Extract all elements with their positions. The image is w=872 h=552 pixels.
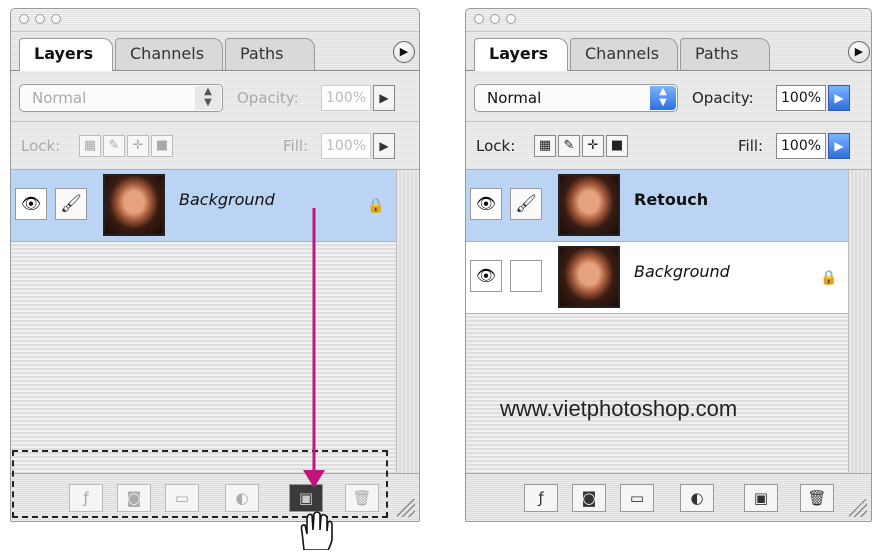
brush-icon[interactable]: 🖌 <box>55 188 87 220</box>
layer-row-retouch[interactable]: 👁 🖌 Retouch <box>466 170 850 242</box>
minimize-button[interactable] <box>490 14 500 24</box>
opacity-field[interactable]: 100% <box>776 85 826 111</box>
tab-paths[interactable]: Paths <box>225 38 315 70</box>
mask-icon[interactable]: ◙ <box>572 484 606 512</box>
drag-arrow <box>303 208 325 488</box>
opacity-field[interactable]: 100% <box>321 85 371 111</box>
lock-position-icon[interactable]: ✛ <box>582 135 604 157</box>
stepper-icon: ▲ ▼ <box>650 86 676 110</box>
folder-icon[interactable]: ▭ <box>620 484 654 512</box>
fill-field[interactable]: 100% <box>321 133 371 159</box>
layer-name: Retouch <box>634 190 709 209</box>
eye-icon[interactable]: 👁 <box>470 260 502 292</box>
fill-field[interactable]: 100% <box>776 133 826 159</box>
close-button[interactable] <box>19 14 29 24</box>
zoom-button[interactable] <box>506 14 516 24</box>
padlock-icon: 🔒 <box>820 270 838 286</box>
watermark-text: www.vietphotoshop.com <box>500 396 738 421</box>
panel-menu-icon[interactable]: ▶ <box>393 41 415 63</box>
layer-name: Background <box>179 190 275 209</box>
tab-channels[interactable]: Channels <box>570 38 678 70</box>
options-area: Normal ▲ ▼ Opacity: 100% ▶ Lock: ▦ ✎ ✛ ■ … <box>466 71 871 170</box>
fill-arrow-button[interactable]: ▶ <box>828 133 850 159</box>
fill-label: Fill: <box>283 137 309 155</box>
layer-list: 👁 🖌 Retouch 👁 Background 🔒 <box>466 170 871 473</box>
tab-layers[interactable]: Layers <box>19 38 113 71</box>
scrollbar[interactable] <box>848 170 871 473</box>
title-bar[interactable] <box>11 9 419 32</box>
tab-paths[interactable]: Paths <box>680 38 770 70</box>
layers-panel-left: Layers Channels Paths ▶ Normal ▲ ▼ Opacit… <box>10 8 420 522</box>
opacity-arrow-button[interactable]: ▶ <box>373 85 395 111</box>
opacity-label: Opacity: <box>237 89 299 107</box>
lock-label: Lock: <box>21 137 61 155</box>
layer-thumbnail <box>558 174 620 236</box>
new-layer-icon[interactable]: ▣ <box>744 484 778 512</box>
opacity-label: Opacity: <box>692 89 754 107</box>
lock-transparency-icon[interactable]: ▦ <box>79 135 101 157</box>
options-area: Normal ▲ ▼ Opacity: 100% ▶ Lock: ▦ ✎ ✛ ■ … <box>11 71 419 170</box>
opacity-arrow-button[interactable]: ▶ <box>828 85 850 111</box>
tab-layers[interactable]: Layers <box>474 38 568 71</box>
tab-bar: Layers Channels Paths ▶ <box>11 32 419 71</box>
layer-row-background[interactable]: 👁 Background 🔒 <box>466 242 850 314</box>
layer-name: Background <box>634 262 730 281</box>
lock-all-icon[interactable]: ■ <box>151 135 173 157</box>
lock-label: Lock: <box>476 137 516 155</box>
layer-thumbnail <box>558 246 620 308</box>
divider <box>466 121 871 122</box>
eye-icon[interactable]: 👁 <box>15 188 47 220</box>
lock-all-icon[interactable]: ■ <box>606 135 628 157</box>
scrollbar[interactable] <box>396 170 419 473</box>
lock-position-icon[interactable]: ✛ <box>127 135 149 157</box>
lock-image-icon[interactable]: ✎ <box>103 135 125 157</box>
resize-grip-icon[interactable] <box>397 499 415 517</box>
panel-menu-icon[interactable]: ▶ <box>848 41 870 63</box>
layer-style-icon[interactable]: ƒ <box>524 484 558 512</box>
resize-grip-icon[interactable] <box>849 499 867 517</box>
trash-icon[interactable]: 🗑 <box>800 484 834 512</box>
blend-mode-value: Normal <box>487 89 542 107</box>
bottom-toolbar: ƒ ◙ ▭ ◐ ▣ 🗑 <box>466 473 871 521</box>
layers-panel-right: Layers Channels Paths ▶ Normal ▲ ▼ Opacit… <box>465 8 872 522</box>
lock-transparency-icon[interactable]: ▦ <box>534 135 556 157</box>
padlock-icon: 🔒 <box>367 198 385 214</box>
arrow-head <box>303 470 325 488</box>
close-button[interactable] <box>474 14 484 24</box>
fill-label: Fill: <box>738 137 764 155</box>
lock-image-icon[interactable]: ✎ <box>558 135 580 157</box>
divider <box>11 121 419 122</box>
stepper-icon: ▲ ▼ <box>195 86 221 110</box>
eye-icon[interactable]: 👁 <box>470 188 502 220</box>
minimize-button[interactable] <box>35 14 45 24</box>
title-bar[interactable] <box>466 9 871 32</box>
blend-mode-select[interactable]: Normal ▲ ▼ <box>19 84 223 112</box>
adjustment-icon[interactable]: ◐ <box>680 484 714 512</box>
zoom-button[interactable] <box>51 14 61 24</box>
blend-mode-value: Normal <box>32 89 87 107</box>
layer-list: 👁 🖌 Background 🔒 <box>11 170 419 473</box>
hand-cursor-icon <box>300 511 333 550</box>
link-slot[interactable] <box>510 260 542 292</box>
blend-mode-select[interactable]: Normal ▲ ▼ <box>474 84 678 112</box>
tab-channels[interactable]: Channels <box>115 38 223 70</box>
layer-thumbnail <box>103 174 165 236</box>
fill-arrow-button[interactable]: ▶ <box>373 133 395 159</box>
tab-bar: Layers Channels Paths ▶ <box>466 32 871 71</box>
brush-icon[interactable]: 🖌 <box>510 188 542 220</box>
